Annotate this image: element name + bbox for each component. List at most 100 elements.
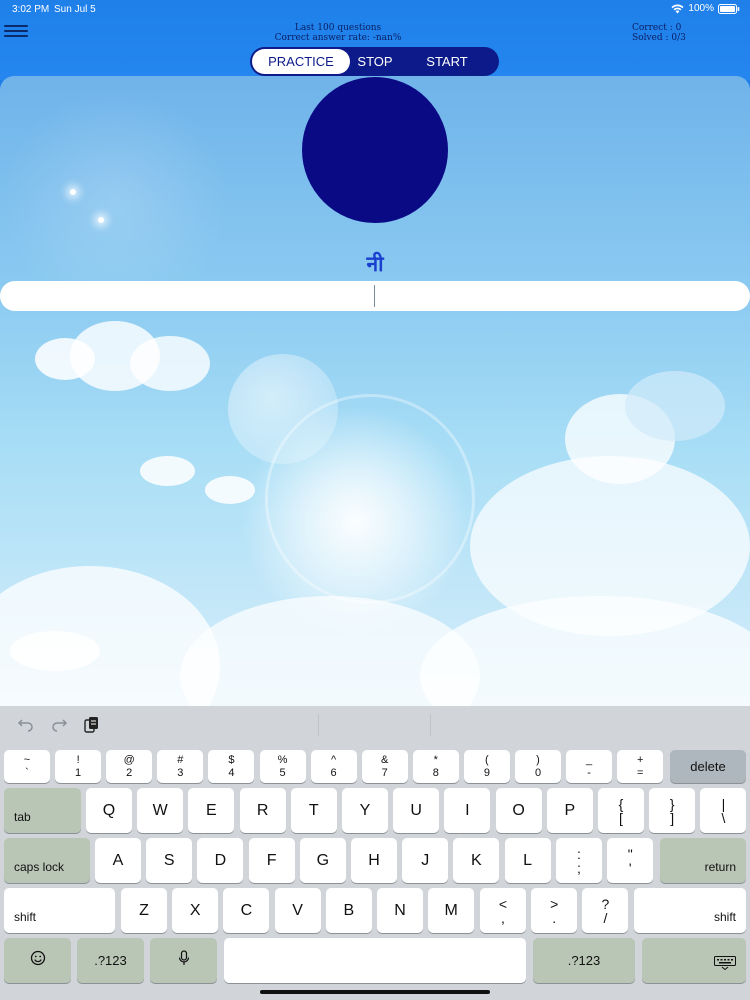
key-d[interactable]: D xyxy=(197,838,244,883)
key-t[interactable]: T xyxy=(290,788,337,833)
key-label: W xyxy=(152,801,168,819)
key-9[interactable]: (9 xyxy=(463,750,510,783)
last-questions-label: Last 100 questions xyxy=(294,23,382,33)
key-=[interactable]: + = xyxy=(617,750,664,783)
key-h[interactable]: H xyxy=(351,838,397,883)
numbers-key-right[interactable]: .?123 xyxy=(533,938,635,983)
redo-icon[interactable] xyxy=(50,716,68,734)
key-5[interactable]: % 5 xyxy=(259,750,306,783)
key-r[interactable]: R xyxy=(239,788,286,833)
key-lower-label: 1 xyxy=(75,766,82,779)
key-sym-0[interactable]: :; xyxy=(556,838,602,883)
key-0[interactable]: ) 0 xyxy=(515,750,561,783)
key-label: X xyxy=(189,901,201,919)
answer-input[interactable] xyxy=(0,281,750,311)
key-][interactable]: }] xyxy=(649,788,696,833)
key-upper-label: ? xyxy=(601,895,610,912)
key-q[interactable]: Q xyxy=(86,788,132,833)
key-o[interactable]: O xyxy=(495,788,542,833)
correct-rate-label: Correct answer rate: -nan% xyxy=(274,33,402,43)
key-w[interactable]: W xyxy=(137,788,184,833)
key-upper-label: > xyxy=(550,895,559,912)
key-sym-1[interactable]: " ' xyxy=(607,838,654,883)
key-upper-label: % xyxy=(277,753,288,766)
key-k[interactable]: K xyxy=(453,838,500,883)
key-f[interactable]: F xyxy=(248,838,295,883)
dictation-key[interactable] xyxy=(150,938,217,983)
key-label: R xyxy=(256,801,269,819)
caps-lock-key[interactable]: caps lock xyxy=(4,838,90,883)
key-3[interactable]: #3 xyxy=(157,750,204,783)
key-label: J xyxy=(421,851,430,869)
key-j[interactable]: J xyxy=(402,838,449,883)
key-6[interactable]: ^ 6 xyxy=(310,750,357,783)
key-label: H xyxy=(368,851,380,869)
key-7[interactable]: & 7 xyxy=(361,750,408,783)
key--[interactable]: _ - xyxy=(566,750,613,783)
key-lower-label: 3 xyxy=(177,766,184,779)
key-label: F xyxy=(266,851,277,869)
key-label: L xyxy=(523,851,533,869)
key-p[interactable]: P xyxy=(546,788,593,833)
key-x[interactable]: X xyxy=(172,888,219,933)
key-punct-1[interactable]: >. xyxy=(531,888,578,933)
emoji-key[interactable] xyxy=(4,938,71,983)
key-y[interactable]: Y xyxy=(342,788,388,833)
delete-key[interactable]: delete xyxy=(670,750,746,783)
key-upper-label: + xyxy=(636,753,644,766)
practice-tab[interactable]: PRACTICE xyxy=(252,49,350,74)
key-m[interactable]: M xyxy=(428,888,475,933)
left-shift-key[interactable]: shift xyxy=(4,888,115,933)
key-u[interactable]: U xyxy=(393,788,440,833)
key-n[interactable]: N xyxy=(377,888,423,933)
key-label: E xyxy=(206,801,217,819)
key-[[interactable]: {[ xyxy=(598,788,644,833)
wifi-icon xyxy=(671,4,684,14)
key-1[interactable]: ! 1 xyxy=(55,750,102,783)
key-a[interactable]: A xyxy=(95,838,141,883)
key-l[interactable]: L xyxy=(504,838,551,883)
key-lower-label: 9 xyxy=(483,766,490,779)
start-tab[interactable]: START xyxy=(400,49,494,74)
key-2[interactable]: @2 xyxy=(106,750,153,783)
key-z[interactable]: Z xyxy=(121,888,167,933)
key-c[interactable]: C xyxy=(223,888,270,933)
key-punct-2[interactable]: ? / xyxy=(582,888,629,933)
key-v[interactable]: V xyxy=(274,888,321,933)
key-e[interactable]: E xyxy=(188,788,235,833)
key-i[interactable]: I xyxy=(444,788,491,833)
key-s[interactable]: S xyxy=(146,838,193,883)
key-`[interactable]: ~ ` xyxy=(4,750,50,783)
undo-icon[interactable] xyxy=(17,716,35,734)
question-character: नी xyxy=(366,252,384,276)
key-upper-label: & xyxy=(381,753,389,766)
stop-tab[interactable]: STOP xyxy=(350,49,400,74)
text-caret xyxy=(374,285,375,307)
key-g[interactable]: G xyxy=(299,838,346,883)
hamburger-menu-icon[interactable] xyxy=(4,22,28,42)
key-upper-label: | xyxy=(721,795,726,812)
status-time: 3:02 PM xyxy=(12,4,50,15)
key-label: T xyxy=(308,801,319,819)
space-bar[interactable] xyxy=(224,938,526,983)
paste-icon[interactable] xyxy=(83,716,101,734)
key-lower-label: ` xyxy=(25,766,29,779)
key-label: A xyxy=(112,851,124,869)
key-lower-label: 7 xyxy=(381,766,388,779)
key-\[interactable]: | \ xyxy=(700,788,747,833)
tab-key[interactable]: tab xyxy=(4,788,81,833)
right-shift-key[interactable]: shift xyxy=(634,888,746,933)
key-label: I xyxy=(465,801,470,819)
dismiss-keyboard-key[interactable] xyxy=(642,938,746,983)
key-punct-0[interactable]: <, xyxy=(480,888,526,933)
key-b[interactable]: B xyxy=(325,888,372,933)
battery-percent: 100% xyxy=(688,3,714,14)
key-label: D xyxy=(214,851,227,869)
key-lower-label: / xyxy=(603,909,608,926)
numbers-key-left[interactable]: .?123 xyxy=(77,938,144,983)
key-lower-label: ' xyxy=(628,859,632,876)
key-4[interactable]: $4 xyxy=(208,750,255,783)
return-key[interactable]: return xyxy=(660,838,746,883)
key-label: B xyxy=(343,901,355,919)
key-8[interactable]: * 8 xyxy=(412,750,459,783)
